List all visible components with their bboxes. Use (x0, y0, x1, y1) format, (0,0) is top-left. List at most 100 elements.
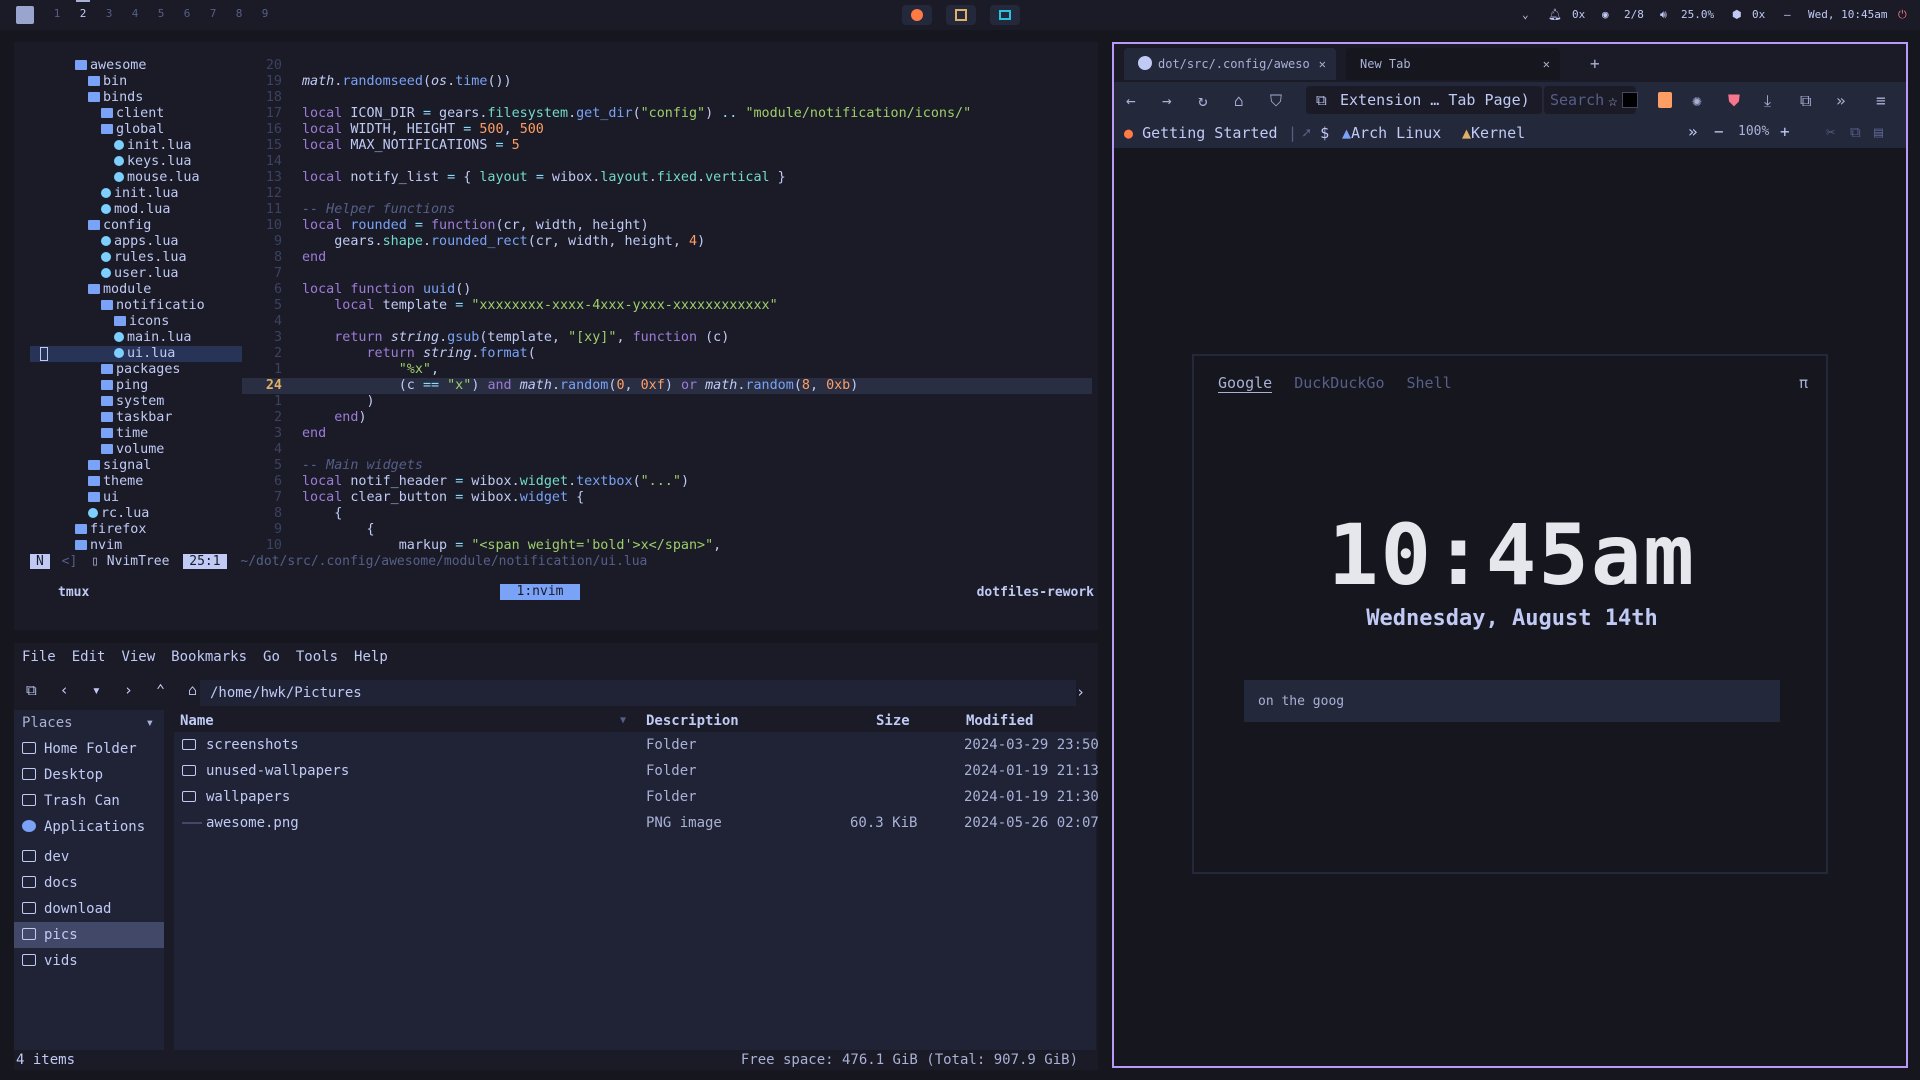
code-line[interactable]: 11 -- Helper functions (242, 202, 1092, 218)
menu-help[interactable]: Help (354, 649, 388, 665)
close-icon[interactable]: ✕ (1319, 48, 1326, 80)
code-line[interactable]: 13 local notify_list = { layout = wibox.l… (242, 170, 1092, 186)
forward-icon[interactable]: → (1162, 91, 1172, 110)
tag-8[interactable]: 8 (228, 7, 250, 20)
firefox-launcher-icon[interactable] (902, 5, 932, 25)
places-header[interactable]: Places ▾ (14, 710, 164, 736)
code-line[interactable]: 7 local clear_button = wibox.widget { (242, 490, 1092, 506)
engine-tab-google[interactable]: Google (1218, 374, 1273, 393)
code-line[interactable]: 9 gears.shape.rounded_rect(cr, width, he… (242, 234, 1092, 250)
code-editor[interactable]: 20 19 math.randomseed(os.time()) 18 17 local … (242, 58, 1092, 553)
search-input[interactable] (1244, 680, 1780, 722)
bookmark-star-icon[interactable]: ☆ (1608, 91, 1618, 110)
download-icon[interactable]: ⤓ (1764, 91, 1771, 111)
tag-1[interactable]: 1 (46, 7, 68, 20)
up-icon[interactable]: ⌃ (156, 681, 165, 699)
url-bar[interactable]: ⧉ Extension … Tab Page) (1306, 86, 1542, 114)
tree-item[interactable]: system (30, 394, 242, 410)
zoom-level[interactable]: 100% (1738, 124, 1769, 139)
code-line[interactable]: 15 local MAX_NOTIFICATIONS = 5 (242, 138, 1092, 154)
code-line[interactable]: 18 (242, 90, 1092, 106)
code-line[interactable]: 2 return string.format( (242, 346, 1092, 362)
reload-icon[interactable]: ↻ (1198, 91, 1208, 110)
code-line[interactable]: 5 -- Main widgets (242, 458, 1092, 474)
copy-icon[interactable]: ⧉ (1850, 123, 1861, 141)
tree-item[interactable]: packages (30, 362, 242, 378)
tree-item[interactable]: ping (30, 378, 242, 394)
bookmark-arch-linux[interactable]: ▲Arch Linux (1342, 124, 1441, 142)
history-dropdown-icon[interactable]: ▾ (92, 681, 101, 699)
extension-gear-icon[interactable]: ✺ (1692, 91, 1702, 110)
bookmark-dollar[interactable]: ➚ $ (1302, 124, 1329, 142)
place-item[interactable]: Trash Can (14, 788, 164, 814)
zoom-out-icon[interactable]: − (1714, 122, 1724, 141)
tree-item[interactable]: taskbar (30, 410, 242, 426)
new-tab-icon[interactable]: ⧉ (26, 681, 37, 699)
code-line[interactable]: 16 local WIDTH, HEIGHT = 500, 500 (242, 122, 1092, 138)
ublock-icon[interactable]: ⛊ (1728, 91, 1740, 111)
tag-9[interactable]: 9 (254, 7, 276, 20)
tree-item[interactable]: user.lua (30, 266, 242, 282)
close-icon[interactable]: ✕ (1543, 48, 1550, 80)
code-line[interactable]: 1 ) (242, 394, 1092, 410)
tree-item[interactable]: rc.lua (30, 506, 242, 522)
tree-item[interactable]: client (30, 106, 242, 122)
zoom-in-icon[interactable]: + (1780, 122, 1790, 141)
tree-item[interactable]: mod.lua (30, 202, 242, 218)
tree-item[interactable]: ui.lua (30, 346, 242, 362)
menu-tools[interactable]: Tools (296, 649, 338, 665)
tree-item[interactable]: apps.lua (30, 234, 242, 250)
menu-go[interactable]: Go (263, 649, 280, 665)
file-row[interactable]: awesome.png PNG image 60.3 KiB 2024-05-26 0… (174, 810, 1099, 836)
extension-a-icon[interactable] (1622, 92, 1638, 108)
tree-item[interactable]: global (30, 122, 242, 138)
code-line[interactable]: 6 local function uuid() (242, 282, 1092, 298)
menu-view[interactable]: View (121, 649, 155, 665)
code-line[interactable]: 20 (242, 58, 1092, 74)
place-item[interactable]: docs (14, 870, 164, 896)
place-item[interactable]: Desktop (14, 762, 164, 788)
bookmark-getting-started[interactable]: ● Getting Started (1124, 124, 1278, 142)
column-size[interactable]: Size (876, 710, 910, 732)
code-line[interactable]: 6 local notif_header = wibox.widget.textb… (242, 474, 1092, 490)
code-line[interactable]: 2 end) (242, 410, 1092, 426)
tag-7[interactable]: 7 (202, 7, 224, 20)
menu-edit[interactable]: Edit (72, 649, 106, 665)
column-name[interactable]: Name (180, 710, 214, 732)
tree-item[interactable]: firefox (30, 522, 242, 538)
bookmark-kernel[interactable]: ▲Kernel (1462, 124, 1525, 142)
power-icon[interactable]: ⏻ (1898, 8, 1907, 22)
code-line[interactable]: 7 (242, 266, 1092, 282)
code-line[interactable]: 3 end (242, 426, 1092, 442)
tree-item[interactable]: icons (30, 314, 242, 330)
shield-icon[interactable]: ⛉ (1270, 91, 1282, 111)
file-manager-launcher-icon[interactable] (990, 5, 1020, 25)
engine-tab-duckduckgo[interactable]: DuckDuckGo (1294, 374, 1384, 392)
image-viewer-launcher-icon[interactable] (946, 5, 976, 25)
tag-4[interactable]: 4 (124, 7, 146, 20)
file-row[interactable]: unused-wallpapers Folder 2024-01-19 21:13 (174, 758, 1099, 784)
code-line[interactable]: 14 (242, 154, 1092, 170)
tree-item[interactable]: init.lua (30, 138, 242, 154)
nvim-tree[interactable]: awesome bin binds client global init.lua keys.… (30, 58, 242, 553)
file-row[interactable]: screenshots Folder 2024-03-29 23:50 (174, 732, 1099, 758)
back-icon[interactable]: ‹ (60, 681, 69, 699)
home-icon[interactable]: ⌂ (188, 681, 197, 699)
place-item[interactable]: pics (14, 922, 164, 948)
tag-5[interactable]: 5 (150, 7, 172, 20)
tree-item[interactable]: theme (30, 474, 242, 490)
layout-icon[interactable] (16, 6, 34, 24)
place-item[interactable]: download (14, 896, 164, 922)
code-line[interactable]: 24 (c == "x") and math.random(0, 0xf) or… (242, 378, 1092, 394)
file-row[interactable]: wallpapers Folder 2024-01-19 21:30 (174, 784, 1099, 810)
cut-icon[interactable]: ✂ (1826, 123, 1835, 141)
tree-item[interactable]: main.lua (30, 330, 242, 346)
code-line[interactable]: 3 return string.gsub(template, "[xy]", f… (242, 330, 1092, 346)
column-modified[interactable]: Modified (966, 710, 1033, 732)
tree-item[interactable]: init.lua (30, 186, 242, 202)
bookmarks-overflow-icon[interactable]: » (1688, 122, 1698, 141)
tmux-window-tab[interactable]: 1:nvim (500, 584, 580, 600)
menu-file[interactable]: File (22, 649, 56, 665)
extensions-icon[interactable]: ⧉ (1800, 91, 1811, 111)
forward-icon[interactable]: › (124, 681, 133, 699)
